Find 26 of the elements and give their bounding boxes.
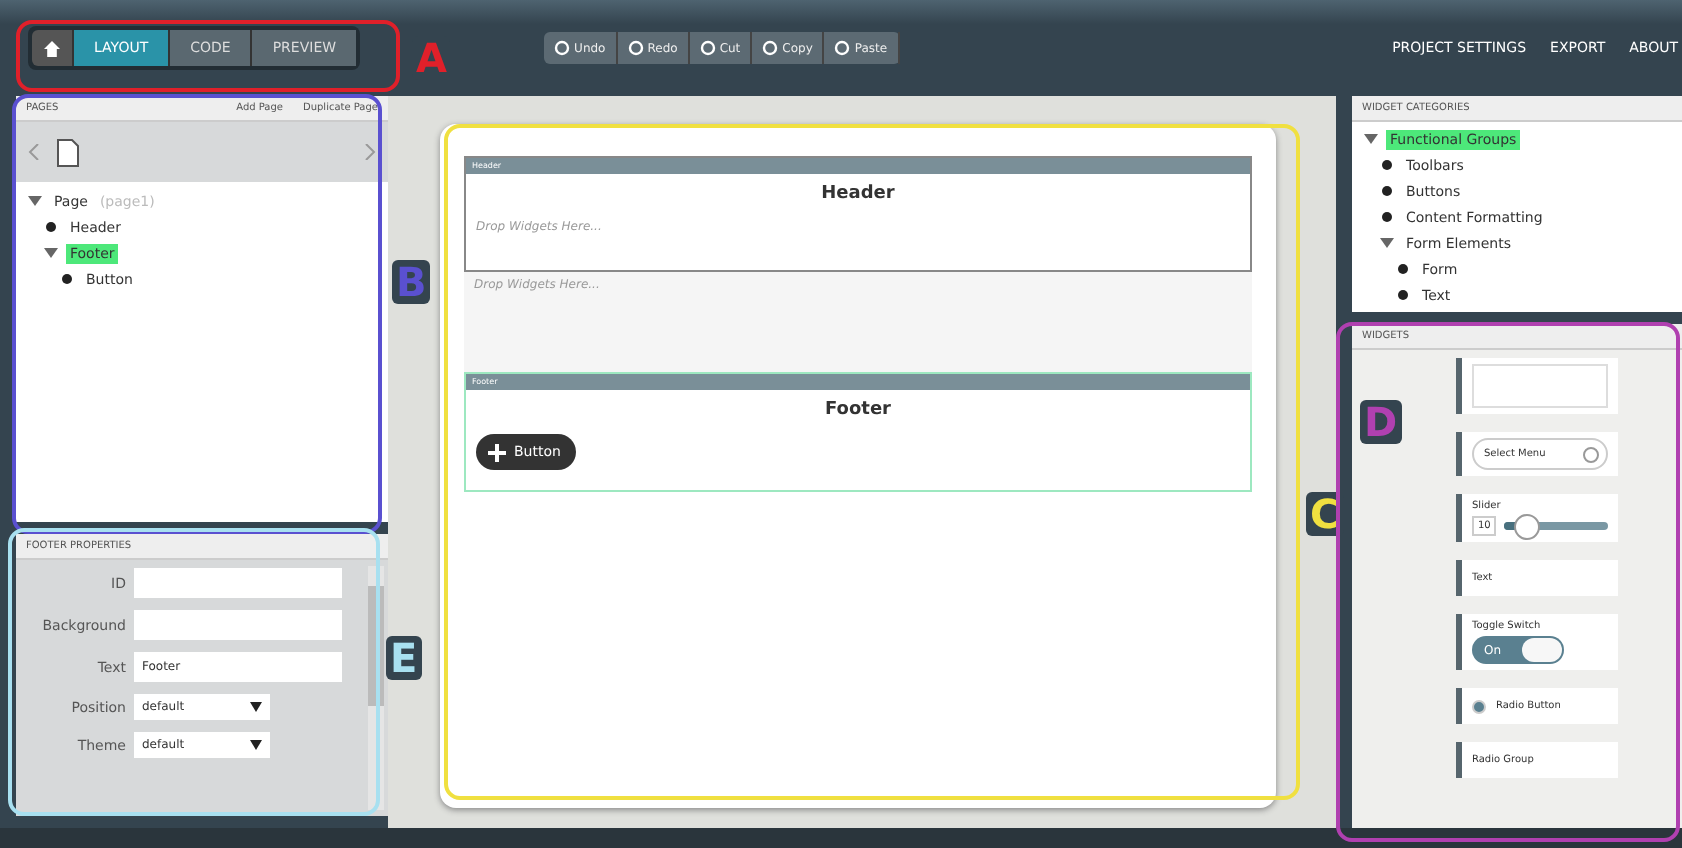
- circle-icon: [1582, 445, 1600, 463]
- input-field[interactable]: [134, 610, 342, 640]
- bullet-icon: [1380, 184, 1394, 198]
- header-title: Header: [819, 182, 897, 208]
- home-icon: [44, 39, 60, 57]
- expanded-arrow-icon[interactable]: [1380, 236, 1394, 250]
- footer-title: Footer: [823, 398, 893, 424]
- home-button[interactable]: [32, 30, 72, 66]
- dropdown-arrow-icon: [250, 702, 262, 712]
- expanded-arrow-icon[interactable]: [44, 246, 58, 260]
- dropdown-arrow-icon: [250, 740, 262, 750]
- bullet-icon: [1396, 262, 1410, 276]
- bullet-icon: [1380, 158, 1394, 172]
- text-input-widget[interactable]: [1456, 358, 1618, 414]
- expanded-arrow-icon[interactable]: [1364, 132, 1378, 146]
- input-field[interactable]: [134, 568, 342, 598]
- annotation-letter: B: [392, 260, 431, 304]
- plus-icon: [488, 443, 506, 461]
- page-icon[interactable]: [56, 137, 80, 167]
- bullet-icon: [1396, 288, 1410, 302]
- annotation-letter: D: [1360, 400, 1402, 444]
- annotation-letter: E: [386, 636, 422, 680]
- bullet-icon: [44, 220, 58, 234]
- bullet-icon: [1380, 210, 1394, 224]
- bullet-icon: [60, 272, 74, 286]
- expanded-arrow-icon[interactable]: [28, 194, 42, 208]
